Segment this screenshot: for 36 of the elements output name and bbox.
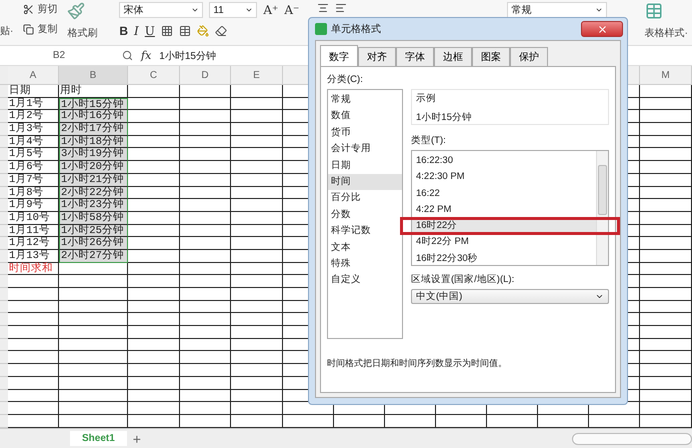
- table-cell: 2小时17分钟: [59, 123, 128, 136]
- table-cell: 日期: [8, 85, 59, 98]
- sample-value: 1小时15分钟: [416, 111, 473, 124]
- category-label: 分类(C):: [327, 73, 364, 86]
- locale-label: 区域设置(国家/地区)(L):: [411, 273, 516, 286]
- table-cell: 1小时21分钟: [59, 174, 128, 186]
- table-cell: 1月2号: [8, 110, 59, 124]
- table-cell: 1小时23分钟: [59, 199, 128, 212]
- table-cell: 1月12号: [8, 237, 59, 250]
- table-cell: 1月3号: [8, 123, 59, 136]
- table-cell: 1小时16分钟: [59, 110, 128, 124]
- sample-label: 示例: [416, 92, 437, 105]
- table-cell: 3小时19分钟: [59, 148, 128, 162]
- description-text: 时间格式把日期和时间序列数显示为时间值。: [327, 357, 508, 370]
- table-cell: 1小时20分钟: [59, 161, 128, 174]
- type-label: 类型(T):: [411, 134, 447, 147]
- table-cell: 1小时25分钟: [59, 224, 128, 238]
- table-cell: 1月7号: [8, 174, 59, 186]
- table-cell: 用时: [59, 85, 128, 98]
- table-cell: 1月4号: [8, 136, 59, 148]
- dialog-title: 单元格格式: [331, 22, 381, 36]
- table-cell: 1月11号: [8, 224, 59, 238]
- table-cell: 1月10号: [8, 212, 59, 225]
- table-cell: 1小时15分钟: [59, 98, 128, 110]
- table-cell: 1月8号: [8, 186, 59, 200]
- table-cell: 1月5号: [8, 148, 59, 162]
- table-cell: 1小时26分钟: [59, 237, 128, 250]
- table-cell: 1月1号: [8, 98, 59, 110]
- table-cell: 1月13号: [8, 250, 59, 263]
- table-cell: 1月6号: [8, 161, 59, 174]
- table-cell: 1小时58分钟: [59, 212, 128, 225]
- table-cell: 时间求和: [8, 262, 59, 276]
- table-cell: 2小时27分钟: [59, 250, 128, 263]
- table-cell: 1小时18分钟: [59, 136, 128, 148]
- table-cell: 2小时22分钟: [59, 186, 128, 200]
- table-cell: 1月9号: [8, 199, 59, 212]
